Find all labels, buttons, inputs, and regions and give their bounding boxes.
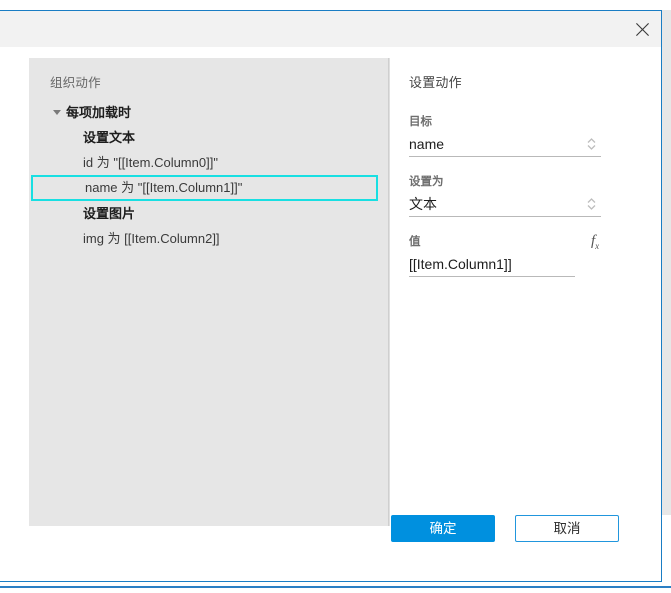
backdrop-top-strip xyxy=(0,0,671,10)
dialog-titlebar xyxy=(0,11,661,47)
ok-button[interactable]: 确定 xyxy=(391,515,495,542)
dialog-panels: 组织动作 每项加载时 设置文本 id 为 "[[Item.Column0]]" … xyxy=(29,58,660,526)
dialog-body: 组织动作 每项加载时 设置文本 id 为 "[[Item.Column0]]" … xyxy=(0,47,661,559)
field-target-label: 目标 xyxy=(409,116,432,128)
target-select-value: name xyxy=(409,136,445,152)
interaction-editor-dialog: 组织动作 每项加载时 设置文本 id 为 "[[Item.Column0]]" … xyxy=(0,10,662,582)
organize-actions-heading: 组织动作 xyxy=(50,76,101,90)
fx-icon[interactable]: fx xyxy=(591,233,599,251)
tree-row[interactable]: id 为 "[[Item.Column0]]" xyxy=(29,150,388,175)
value-input[interactable]: [[Item.Column1]] xyxy=(409,253,575,277)
value-input-text: [[Item.Column1]] xyxy=(409,256,512,272)
tree-row-label: img 为 [[Item.Column2]] xyxy=(83,231,220,246)
cancel-button[interactable]: 取消 xyxy=(515,515,619,542)
close-button[interactable] xyxy=(627,15,657,43)
spinner-updown-icon[interactable] xyxy=(585,195,599,213)
field-set-to: 设置为 文本 xyxy=(409,173,638,217)
configure-action-panel: 设置动作 目标 name 设置为 文本 值 [[Item.Column1]] f… xyxy=(389,58,660,526)
field-set-to-label: 设置为 xyxy=(409,176,444,188)
tree-row-label: name 为 "[[Item.Column1]]" xyxy=(85,180,243,195)
target-select[interactable]: name xyxy=(409,133,601,157)
tree-row[interactable]: 设置图片 xyxy=(29,201,388,226)
field-target: 目标 name xyxy=(409,113,638,157)
backdrop-bottom-rule xyxy=(0,586,671,588)
tree-row-label: 每项加载时 xyxy=(66,105,132,120)
configure-action-heading: 设置动作 xyxy=(409,75,462,90)
dialog-footer: 确定 取消 xyxy=(0,503,661,559)
tree-row[interactable]: 设置文本 xyxy=(29,125,388,150)
set-to-select-value: 文本 xyxy=(409,196,437,212)
action-tree: 每项加载时 设置文本 id 为 "[[Item.Column0]]" name … xyxy=(29,100,388,251)
configure-action-form: 目标 name 设置为 文本 值 [[Item.Column1]] fx xyxy=(390,91,660,277)
field-value: 值 [[Item.Column1]] fx xyxy=(409,233,638,277)
tree-row[interactable]: img 为 [[Item.Column2]] xyxy=(29,226,388,251)
field-value-label: 值 xyxy=(409,236,421,248)
chevron-down-icon[interactable] xyxy=(51,100,63,125)
spinner-updown-icon[interactable] xyxy=(585,135,599,153)
tree-row-selected[interactable]: name 为 "[[Item.Column1]]" xyxy=(31,175,378,201)
tree-row-label: id 为 "[[Item.Column0]]" xyxy=(83,155,218,170)
tree-row-label: 设置文本 xyxy=(83,130,136,145)
tree-row-label: 设置图片 xyxy=(83,206,136,221)
close-icon xyxy=(635,22,650,37)
set-to-select[interactable]: 文本 xyxy=(409,193,601,217)
tree-row[interactable]: 每项加载时 xyxy=(29,100,388,125)
organize-actions-panel: 组织动作 每项加载时 设置文本 id 为 "[[Item.Column0]]" … xyxy=(29,58,389,526)
